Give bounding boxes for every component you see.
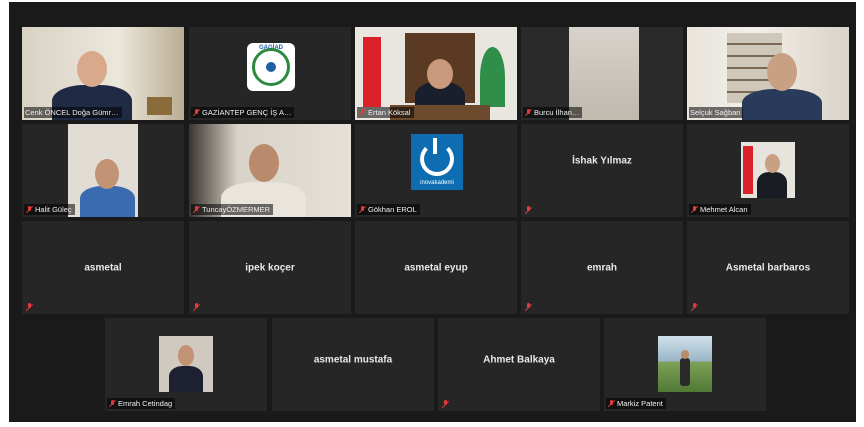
participant-display-name: İshak Yılmaz <box>572 155 632 167</box>
participant-display-name: asmetal <box>84 262 122 273</box>
participant-display-name: ipek koçer <box>245 262 295 273</box>
participant-display-name: asmetal eyup <box>404 262 468 273</box>
participant-tile[interactable]: Cenk ÖNCEL Doğa Gümr… <box>22 27 184 120</box>
participant-display-name: Asmetal barbaros <box>725 262 811 273</box>
mic-muted-icon <box>108 399 116 408</box>
mic-muted-icon <box>25 303 33 311</box>
mic-muted-icon <box>358 108 366 117</box>
participant-tile[interactable]: Emrah Cetindag <box>105 318 267 411</box>
participant-tile[interactable]: Markiz Patent <box>604 318 766 411</box>
mic-muted-icon <box>524 206 532 214</box>
flag <box>363 37 381 107</box>
participant-tile[interactable]: emrah <box>521 221 683 314</box>
mic-muted-icon <box>524 303 532 311</box>
participant-tile[interactable]: TuncayÖZMERMER <box>189 124 351 217</box>
video-feed <box>741 142 795 198</box>
participant-tile[interactable]: Asmetal barbaros <box>687 221 849 314</box>
participant-display-name: emrah <box>586 262 617 273</box>
participant-name-label: Burcu İlhan… <box>523 107 583 118</box>
participant-name-label: Cenk ÖNCEL Doğa Gümr… <box>24 107 122 118</box>
inovakademi-logo: inovakademi <box>411 134 463 190</box>
participant-name-label: GAZİANTEP GENÇ İŞ A… <box>191 107 295 118</box>
logo-text: inovakademi <box>420 180 454 186</box>
participant-tile[interactable]: asmetal mustafa <box>272 318 434 411</box>
mic-muted-icon <box>690 205 698 214</box>
logo-text: GAGİAD <box>259 45 283 51</box>
participant-name-label: Selçuk Sağban <box>689 107 744 118</box>
video-feed <box>159 336 213 392</box>
mic-muted-icon <box>192 108 200 117</box>
participant-name-label: TuncayÖZMERMER <box>191 204 274 215</box>
participant-display-name: Ahmet Balkaya <box>483 354 555 366</box>
video-feed <box>658 336 712 392</box>
participant-tile[interactable]: Selçuk Sağban <box>687 27 849 120</box>
gallery-view: Cenk ÖNCEL Doğa Gümr… GAGİAD GAZİANTEP G… <box>9 2 856 422</box>
participant-tile[interactable]: GAGİAD GAZİANTEP GENÇ İŞ A… <box>189 27 351 120</box>
participant-tile[interactable]: asmetal <box>22 221 184 314</box>
mic-muted-icon <box>358 205 366 214</box>
participant-name-label <box>689 302 701 312</box>
participant-tile[interactable]: ipek koçer <box>189 221 351 314</box>
participant-name-label <box>24 302 36 312</box>
participant-name-label: Mehmet Alcan <box>689 204 751 215</box>
participant-tile[interactable]: Mehmet Alcan <box>687 124 849 217</box>
participant-tile[interactable]: Burcu İlhan… <box>521 27 683 120</box>
participant-name-label: Ertan Köksal <box>357 107 414 118</box>
mic-muted-icon <box>690 303 698 311</box>
participant-name-label: Gökhan EROL <box>357 204 420 215</box>
participant-display-name: asmetal mustafa <box>313 354 393 366</box>
mic-muted-icon <box>192 205 200 214</box>
participant-name-label: Halit Güleç <box>24 204 75 215</box>
participant-tile[interactable]: Ahmet Balkaya <box>438 318 600 411</box>
participant-name-label: Emrah Cetindag <box>107 398 176 409</box>
participant-tile[interactable]: asmetal eyup <box>355 221 517 314</box>
mic-muted-icon <box>441 400 449 408</box>
participant-tile-active-speaker[interactable]: Ertan Köksal <box>355 27 517 120</box>
participant-tile[interactable]: Halit Güleç <box>22 124 184 217</box>
participant-name-label <box>523 302 535 312</box>
participant-name-label <box>523 205 535 215</box>
participant-name-label <box>191 302 203 312</box>
mic-muted-icon <box>25 205 33 214</box>
power-icon <box>420 138 454 176</box>
participant-name-label <box>440 399 452 409</box>
mic-muted-icon <box>607 399 615 408</box>
participant-tile[interactable]: inovakademi Gökhan EROL <box>355 124 517 217</box>
mic-muted-icon <box>524 108 532 117</box>
participant-name-label: Markiz Patent <box>606 398 666 409</box>
mic-muted-icon <box>192 303 200 311</box>
participant-tile[interactable]: İshak Yılmaz <box>521 124 683 217</box>
